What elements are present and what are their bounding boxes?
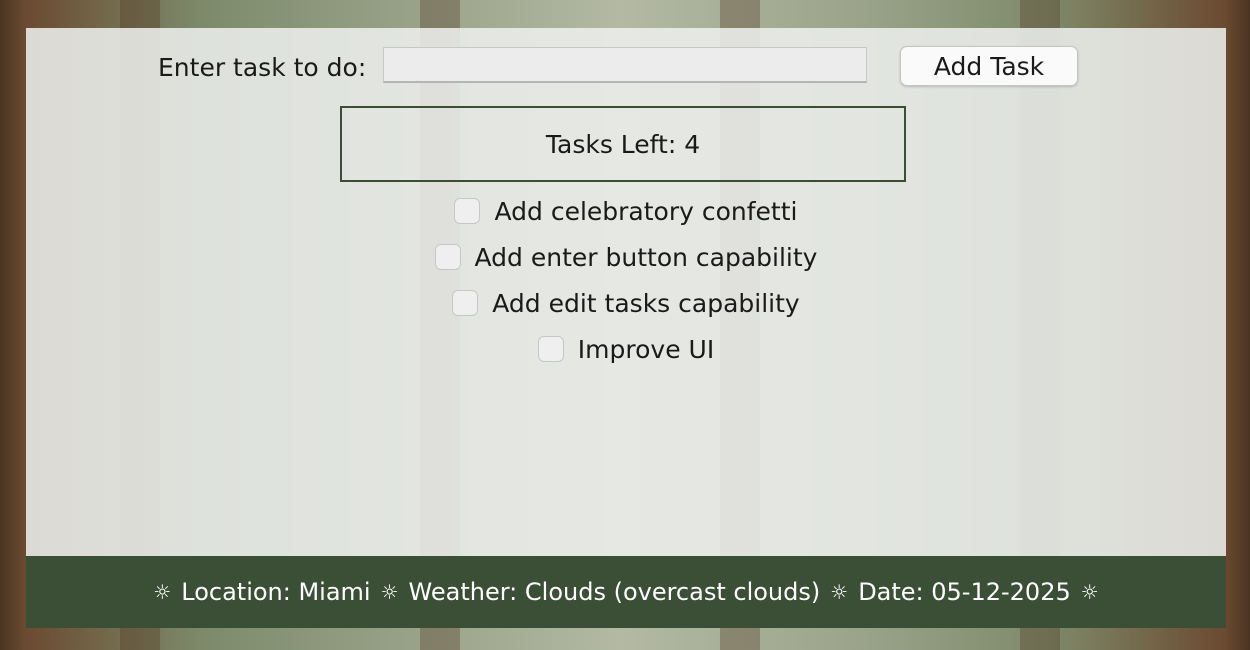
task-item: Improve UI	[26, 326, 1226, 372]
add-task-button[interactable]: Add Task	[900, 46, 1078, 86]
task-checkbox[interactable]	[537, 336, 564, 362]
task-label: Add edit tasks capability	[492, 288, 800, 318]
task-checkbox[interactable]	[434, 244, 461, 270]
tasks-left-counter: Tasks Left: 4	[340, 106, 906, 182]
task-checkbox[interactable]	[452, 290, 479, 316]
location-text: Location: Miami	[181, 578, 371, 606]
sun-icon: ☼	[830, 580, 849, 604]
task-label: Add celebratory confetti	[494, 196, 798, 226]
task-label: Improve UI	[577, 334, 715, 364]
task-list: Add celebratory confetti Add enter butto…	[26, 188, 1226, 372]
sun-icon: ☼	[380, 580, 399, 604]
task-input[interactable]	[383, 47, 867, 83]
status-footer: ☼ Location: Miami ☼ Weather: Clouds (overca…	[26, 556, 1226, 628]
task-item: Add celebratory confetti	[26, 188, 1226, 234]
sun-icon: ☼	[153, 580, 172, 604]
task-item: Add edit tasks capability	[26, 280, 1226, 326]
date-text: Date: 05-12-2025	[858, 578, 1071, 606]
task-label: Add enter button capability	[474, 242, 818, 272]
weather-text: Weather: Clouds (overcast clouds)	[408, 578, 821, 606]
task-entry-row: Enter task to do: Add Task	[26, 28, 1226, 106]
task-input-label: Enter task to do:	[158, 53, 367, 82]
task-item: Add enter button capability	[26, 234, 1226, 280]
sun-icon: ☼	[1080, 580, 1099, 604]
task-checkbox[interactable]	[454, 198, 481, 224]
main-panel: Enter task to do: Add Task Tasks Left: 4…	[26, 28, 1226, 628]
